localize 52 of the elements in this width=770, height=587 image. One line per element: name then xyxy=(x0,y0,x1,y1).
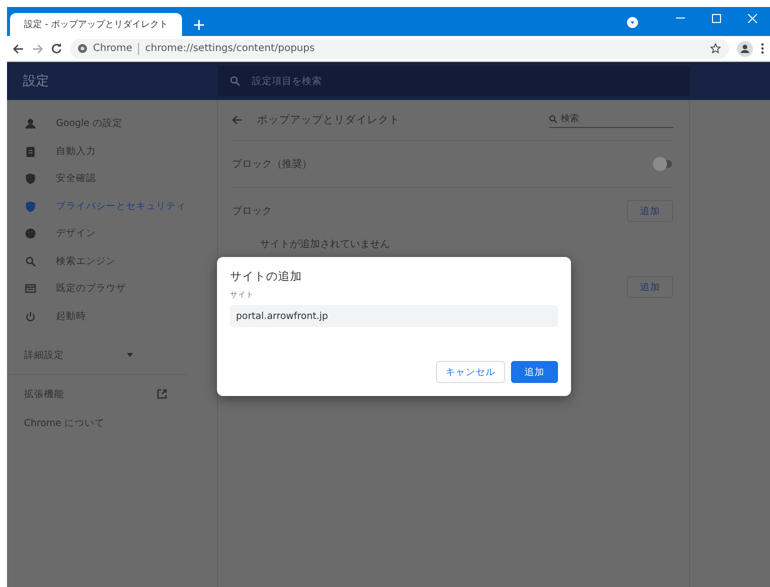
browser-window-icon xyxy=(25,283,36,294)
add-button[interactable]: 追加 xyxy=(511,361,558,383)
power-icon xyxy=(25,310,36,322)
sidebar-item[interactable]: 安全確認 xyxy=(7,165,217,192)
person-icon xyxy=(25,118,36,130)
sidebar-item[interactable]: デザイン xyxy=(7,220,217,248)
new-tab-icon[interactable] xyxy=(194,20,204,30)
shield-icon xyxy=(25,200,36,212)
chrome-logo-icon xyxy=(78,44,87,53)
star-icon[interactable] xyxy=(710,43,721,54)
search-icon xyxy=(25,256,36,267)
page-title: ポップアップとリダイレクト xyxy=(257,113,400,127)
external-link-icon[interactable] xyxy=(157,389,167,399)
sidebar-item[interactable]: プライバシーとセキュリティ xyxy=(7,192,217,220)
settings-search-field[interactable]: 設定項目を検索 xyxy=(218,66,690,96)
browser-tab[interactable]: 設定 - ポップアップとリダイレクト xyxy=(10,13,182,36)
reload-icon[interactable] xyxy=(51,43,62,54)
section-label: ブロック xyxy=(232,204,272,218)
add-button[interactable]: 追加 xyxy=(627,276,673,298)
url-text: chrome://settings/content/popups xyxy=(145,43,315,54)
sidebar-item[interactable]: 自動入力 xyxy=(7,138,217,165)
page-search-field[interactable]: 検索 xyxy=(549,112,673,128)
site-input-field[interactable]: portal.arrowfront.jp xyxy=(230,305,558,327)
toggle-label: ブロック（推奨） xyxy=(232,158,312,171)
address-bar[interactable]: Chrome chrome://settings/content/popups xyxy=(70,38,729,58)
toggle-switch[interactable] xyxy=(653,157,673,171)
dialog-title: サイトの追加 xyxy=(230,269,303,284)
search-icon xyxy=(549,114,557,122)
profile-dropdown-icon[interactable] xyxy=(627,16,638,28)
minimize-icon[interactable] xyxy=(676,17,684,19)
sidebar-item[interactable]: 起動時 xyxy=(7,302,217,330)
forward-arrow-icon[interactable] xyxy=(32,44,43,54)
caret-icon xyxy=(127,353,133,357)
sidebar-item[interactable]: Google の設定 xyxy=(7,110,217,138)
about-chrome-item[interactable]: Chrome について xyxy=(24,416,104,430)
maximize-icon[interactable] xyxy=(712,14,720,22)
back-arrow-icon[interactable] xyxy=(13,44,24,54)
settings-title: 設定 xyxy=(22,73,50,90)
advanced-settings-item[interactable]: 詳細設定 xyxy=(7,336,187,375)
empty-message: サイトが追加されていません xyxy=(260,238,390,251)
profile-avatar-icon[interactable] xyxy=(737,40,753,56)
cancel-button[interactable]: キャンセル xyxy=(436,361,505,383)
close-icon[interactable] xyxy=(748,14,756,22)
search-icon xyxy=(230,76,240,86)
site-label: Chrome xyxy=(93,43,132,54)
sidebar-item[interactable]: 既定のブラウザ xyxy=(7,275,217,302)
sidebar-item[interactable]: 検索エンジン xyxy=(7,248,217,275)
tab-title: 設定 - ポップアップとリダイレクト xyxy=(24,18,168,31)
add-button[interactable]: 追加 xyxy=(627,200,673,222)
extensions-link[interactable]: 拡張機能 xyxy=(24,388,64,400)
menu-icon[interactable] xyxy=(761,43,764,54)
clipboard-icon xyxy=(25,146,36,157)
